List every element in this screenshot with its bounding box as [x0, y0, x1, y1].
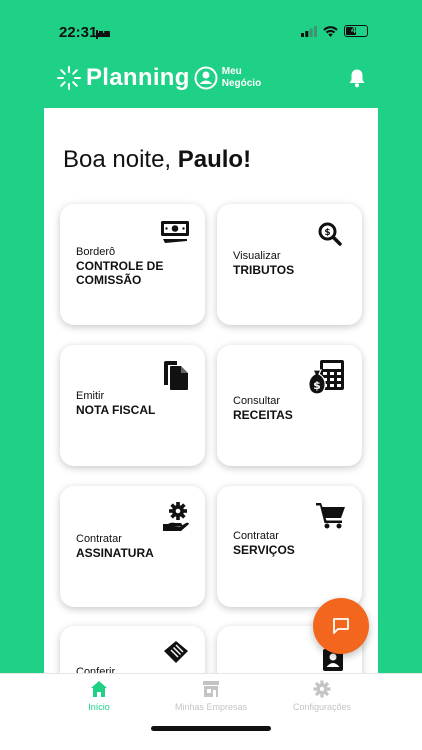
tile-tributos[interactable]: $ Visualizar TRIBUTOS [217, 204, 362, 325]
home-indicator[interactable] [151, 726, 271, 731]
brand-sub-line2: Negócio [221, 78, 262, 89]
nav-item-minhas-empresas[interactable]: Minhas Empresas [151, 680, 271, 712]
tile-servicos[interactable]: Contratar SERVIÇOS [217, 486, 362, 607]
tile-small-label: Borderô [76, 246, 116, 258]
nav-label-minhas-empresas: Minhas Empresas [174, 702, 248, 712]
status-indicators: 42 [301, 25, 368, 37]
nav-label-configuracoes: Configurações [292, 702, 352, 712]
person-circle-icon [194, 66, 218, 90]
gear-icon [313, 680, 331, 698]
tile-big-label: CONTROLE DE [76, 259, 164, 273]
battery-indicator: 42 [344, 25, 368, 37]
hand-gear-icon [163, 501, 189, 538]
tile-big-label: NOTA FISCAL [76, 403, 156, 417]
chat-icon [333, 618, 349, 634]
tile-small-label: Emitir [76, 390, 105, 402]
tile-conferir[interactable]: Conferir [60, 626, 205, 678]
tile-big-label-2: COMISSÃO [76, 273, 142, 287]
status-time: 22:31 [59, 24, 98, 41]
main-card: Boa noite, Paulo! Borderô CONTROLE DE CO… [44, 108, 378, 678]
tile-big-label: RECEITAS [233, 408, 293, 422]
cart-icon [316, 501, 346, 534]
notifications-button[interactable] [348, 68, 366, 93]
bottom-nav: Início Minhas Empresas Configurações [0, 673, 422, 750]
cash-icon [160, 219, 190, 250]
wifi-icon [323, 25, 338, 37]
greeting-name: Paulo! [177, 146, 252, 173]
tile-nota-fiscal[interactable]: Emitir NOTA FISCAL [60, 345, 205, 466]
svg-text:$: $ [324, 228, 330, 238]
copy-icon [163, 361, 189, 396]
tile-big-label: SERVIÇOS [233, 543, 295, 557]
greeting: Boa noite, Paulo! [63, 146, 251, 174]
bell-icon [349, 69, 365, 88]
tile-big-label: ASSINATURA [76, 546, 154, 560]
chat-button[interactable] [313, 598, 369, 654]
search-dollar-icon: $ [318, 222, 342, 251]
tile-assinatura[interactable]: Contratar ASSINATURA [60, 486, 205, 607]
svg-text:$: $ [313, 379, 321, 392]
brand-sub: Meu Negócio [222, 66, 261, 90]
nav-label-inicio: Início [88, 702, 110, 712]
tile-receitas[interactable]: $ Consultar RECEITAS [217, 345, 362, 466]
tile-small-label: Contratar [233, 530, 279, 542]
greeting-prefix: Boa noite, [63, 146, 178, 173]
bed-icon [96, 26, 110, 44]
nav-item-inicio[interactable]: Início [39, 680, 159, 712]
nav-item-configuracoes[interactable]: Configurações [262, 680, 382, 712]
money-calculator-icon: $ [308, 359, 346, 400]
handshake-icon [163, 640, 189, 669]
brand-sub-line1: Meu [221, 66, 242, 77]
tile-controle-comissao[interactable]: Borderô CONTROLE DE COMISSÃO [60, 204, 205, 325]
sunburst-logo-icon [57, 66, 81, 90]
brand-name: Planning [86, 64, 190, 91]
brand-logo: Planning Meu Negócio [56, 62, 261, 94]
tile-big-label: TRIBUTOS [233, 263, 295, 277]
tile-small-label: Consultar [233, 395, 281, 407]
signal-icon [301, 25, 317, 37]
tile-small-label: Visualizar [233, 250, 281, 262]
status-bar: 22:31 42 [0, 0, 422, 62]
battery-level: 42 [350, 25, 361, 35]
tile-small-label: Contratar [76, 533, 122, 545]
home-icon [91, 681, 107, 697]
store-icon [203, 681, 219, 697]
